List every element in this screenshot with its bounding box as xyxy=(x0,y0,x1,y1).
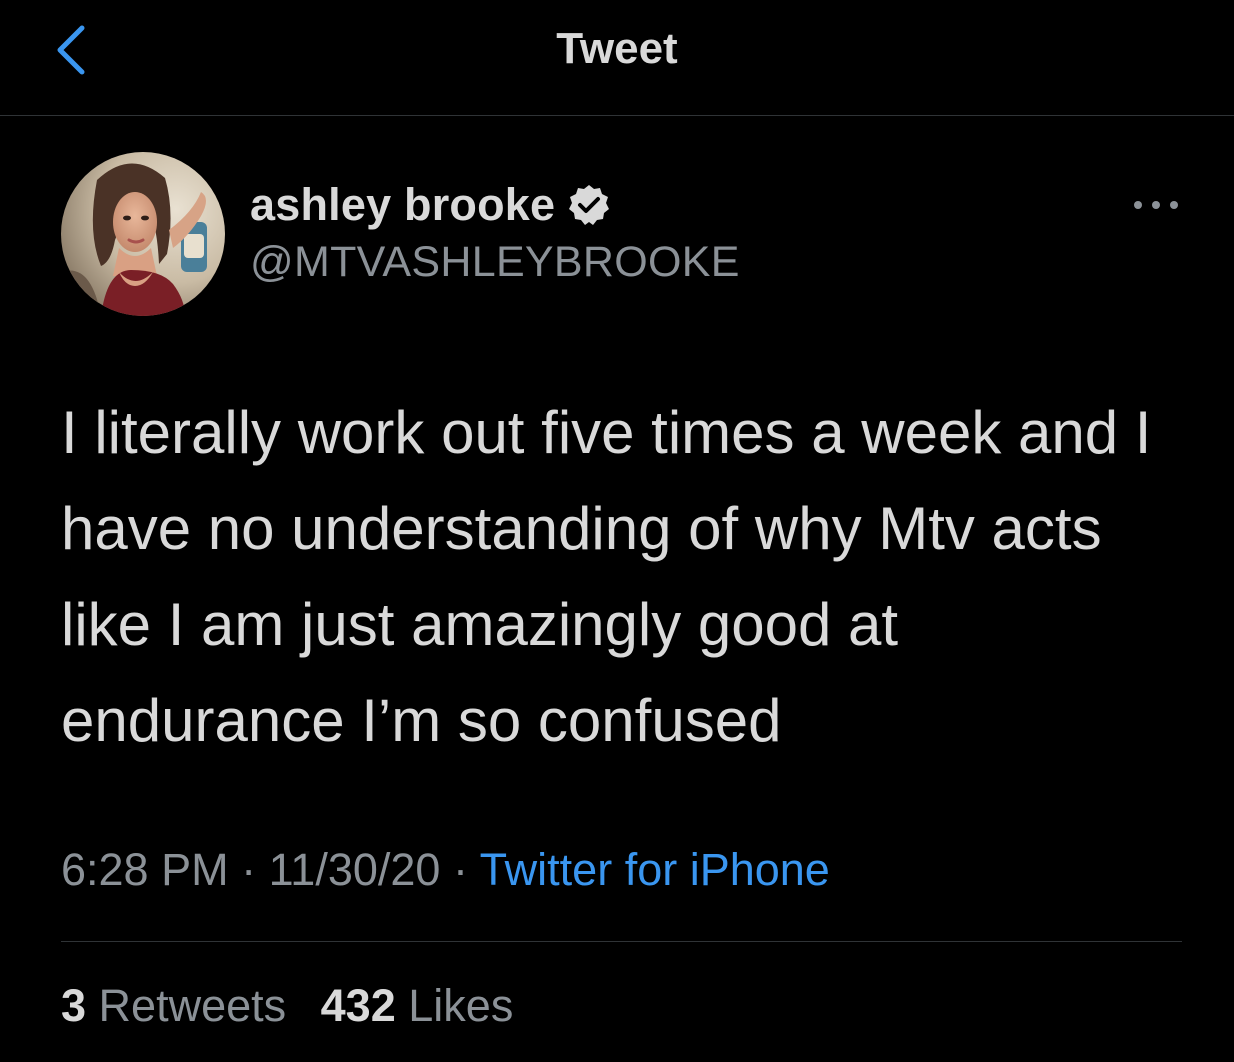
tweet-stats: 3 Retweets 432 Likes xyxy=(61,980,513,1032)
profile-photo xyxy=(61,152,225,316)
more-options-button[interactable] xyxy=(1130,190,1182,220)
tweet-metadata: 6:28 PM · 11/30/20 · Twitter for iPhone xyxy=(61,844,830,896)
tweet-text: I literally work out five times a week a… xyxy=(61,399,1152,754)
retweets-label: Retweets xyxy=(98,980,287,1031)
display-name: ashley brooke xyxy=(250,179,556,230)
divider xyxy=(61,941,1182,942)
navigation-bar: Tweet xyxy=(0,0,1234,116)
retweets-count: 3 xyxy=(61,980,87,1031)
verified-badge-icon xyxy=(567,183,611,227)
tweet-source-link[interactable]: Twitter for iPhone xyxy=(480,844,830,895)
tweet-date: 11/30/20 xyxy=(268,844,441,895)
likes-count: 432 xyxy=(320,980,396,1031)
author-name-row[interactable]: ashley brooke xyxy=(250,178,611,232)
likes-stat[interactable]: 432 Likes xyxy=(321,980,514,1031)
tweet-time: 6:28 PM xyxy=(61,844,229,895)
author-handle[interactable]: @MTVASHLEYBROOKE xyxy=(250,238,740,287)
page-title: Tweet xyxy=(556,24,678,73)
more-horizontal-icon xyxy=(1134,201,1178,209)
meta-separator: · xyxy=(241,844,257,895)
meta-separator: · xyxy=(452,844,468,895)
likes-label: Likes xyxy=(408,980,514,1031)
retweets-stat[interactable]: 3 Retweets xyxy=(61,980,299,1031)
avatar[interactable] xyxy=(61,152,225,316)
